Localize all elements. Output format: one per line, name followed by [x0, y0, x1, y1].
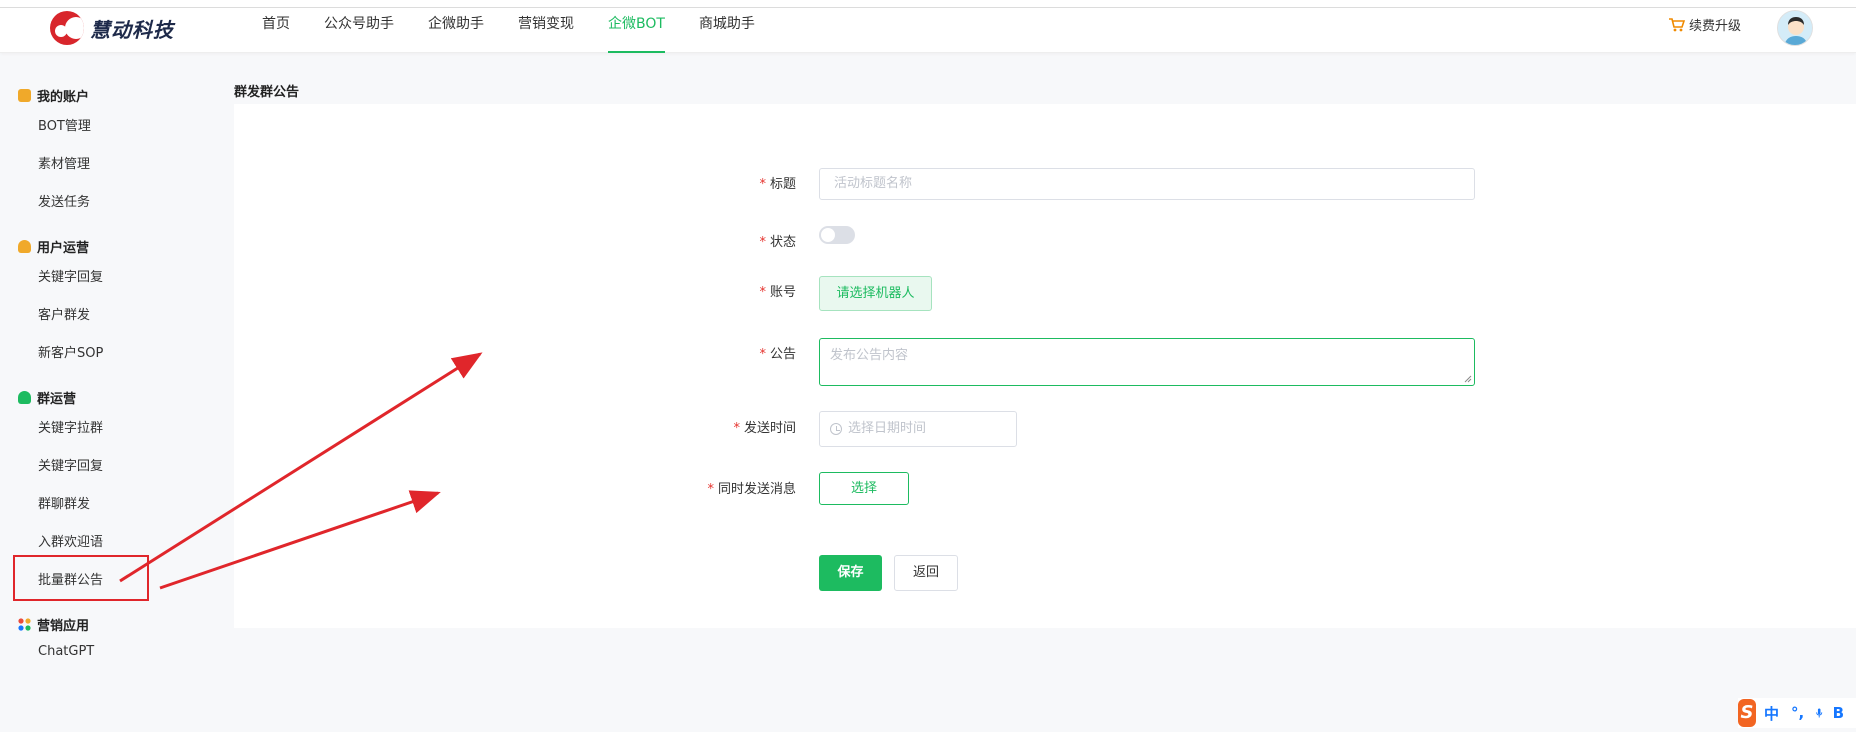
- ime-logo-icon: S: [1738, 699, 1756, 727]
- send-time-placeholder: 选择日期时间: [848, 421, 927, 436]
- sidebar-group-title: 群运营: [37, 392, 77, 407]
- sidebar-item-group-broadcast[interactable]: 群聊群发: [38, 493, 90, 512]
- sidebar-group-title: 营销应用: [37, 619, 90, 634]
- nav-wecom-bot[interactable]: 企微BOT: [608, 8, 665, 53]
- nav-mall-assistant[interactable]: 商城助手: [699, 8, 755, 53]
- resize-grip-icon[interactable]: [1464, 375, 1472, 383]
- nav-official-account[interactable]: 公众号助手: [324, 8, 394, 53]
- nav-marketing[interactable]: 营销变现: [518, 8, 574, 53]
- apps-icon: [18, 618, 31, 631]
- send-time-picker[interactable]: 选择日期时间: [819, 411, 1017, 447]
- form-panel: * 标题 活动标题名称 * 状态 * 账号 请选择机器人 * 公告 发布公告内容 * 发送…: [234, 104, 1856, 628]
- renew-label: 续费升级: [1689, 19, 1742, 34]
- top-header: 慧动科技 首页 公众号助手 企微助手 营销变现 企微BOT 商城助手 续费升级: [0, 8, 1856, 53]
- status-toggle[interactable]: [819, 226, 855, 244]
- account-label: * 账号: [759, 285, 796, 300]
- title-input[interactable]: 活动标题名称: [819, 168, 1475, 200]
- mic-icon[interactable]: [1816, 706, 1823, 720]
- send-time-label: * 发送时间: [733, 421, 796, 436]
- sidebar-item-welcome-message[interactable]: 入群欢迎语: [38, 531, 103, 550]
- notice-textarea[interactable]: 发布公告内容: [819, 338, 1475, 386]
- status-label: * 状态: [759, 235, 796, 250]
- sidebar-item-customer-broadcast[interactable]: 客户群发: [38, 304, 90, 323]
- brand-logo[interactable]: 慧动科技: [50, 10, 174, 46]
- title-label: * 标题: [759, 177, 796, 192]
- back-button[interactable]: 返回: [894, 555, 958, 591]
- sync-message-label: * 同时发送消息: [707, 482, 796, 497]
- sidebar-group-title: 我的账户: [37, 90, 90, 105]
- sidebar-group-user-ops: 用户运营: [18, 237, 89, 256]
- browser-top-edge: [0, 0, 1856, 8]
- annotation-highlight-box: [13, 555, 149, 601]
- avatar-icon: [1778, 11, 1812, 45]
- notice-label: * 公告: [759, 347, 796, 362]
- select-message-button[interactable]: 选择: [819, 472, 909, 505]
- sidebar-item-keyword-reply[interactable]: 关键字回复: [38, 266, 103, 285]
- sidebar-item-materials[interactable]: 素材管理: [38, 153, 90, 172]
- account-icon: [18, 89, 31, 102]
- logo-mark-icon: [50, 11, 84, 45]
- sidebar-item-bot-management[interactable]: BOT管理: [38, 115, 91, 134]
- sidebar-group-account: 我的账户: [18, 86, 89, 105]
- sidebar-group-marketing-apps: 营销应用: [18, 615, 89, 634]
- nav-home[interactable]: 首页: [262, 8, 290, 53]
- cart-icon: [1669, 17, 1685, 31]
- brand-name: 慧动科技: [90, 17, 174, 42]
- sidebar-item-send-tasks[interactable]: 发送任务: [38, 191, 90, 210]
- sidebar-item-new-customer-sop[interactable]: 新客户SOP: [38, 342, 103, 361]
- save-button[interactable]: 保存: [819, 555, 882, 591]
- ime-language[interactable]: 中: [1764, 703, 1779, 724]
- sidebar-group-title: 用户运营: [37, 241, 90, 256]
- notice-placeholder: 发布公告内容: [830, 348, 909, 363]
- breadcrumb: 群发群公告: [234, 85, 300, 100]
- ime-extra[interactable]: B: [1833, 704, 1844, 722]
- nav-wecom-assistant[interactable]: 企微助手: [428, 8, 484, 53]
- user-icon: [18, 240, 31, 253]
- renew-upgrade-link[interactable]: 续费升级: [1669, 15, 1741, 34]
- select-robot-button[interactable]: 请选择机器人: [819, 276, 932, 311]
- clock-icon: [830, 423, 842, 435]
- ime-punctuation[interactable]: °,: [1791, 704, 1804, 722]
- ime-toolbar[interactable]: S 中 °, B: [1738, 698, 1856, 728]
- sidebar-item-keyword-group-join[interactable]: 关键字拉群: [38, 417, 103, 436]
- user-avatar[interactable]: [1777, 10, 1813, 46]
- group-icon: [18, 391, 31, 404]
- sidebar-item-chatgpt[interactable]: ChatGPT: [38, 644, 94, 659]
- toggle-knob: [821, 228, 835, 242]
- sidebar-item-group-keyword-reply[interactable]: 关键字回复: [38, 455, 103, 474]
- sidebar-group-group-ops: 群运营: [18, 388, 76, 407]
- main-nav: 首页 公众号助手 企微助手 营销变现 企微BOT 商城助手: [262, 8, 789, 53]
